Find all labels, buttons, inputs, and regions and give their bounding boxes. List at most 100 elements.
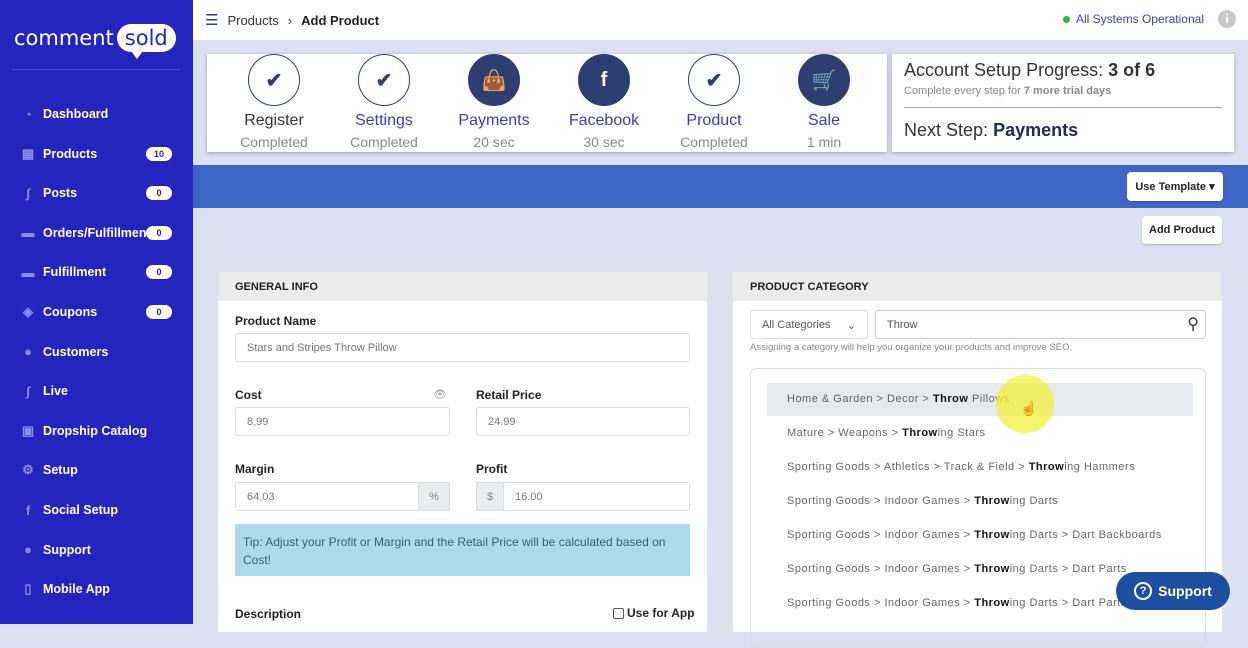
count-badge: 0 <box>146 225 172 240</box>
category-result[interactable]: Home & Garden > Decor > Throw Pillows <box>767 383 1193 416</box>
mobile-icon: ▯ <box>24 581 32 597</box>
sidebar-item-social-setup[interactable]: f Social Setup <box>0 498 193 522</box>
step-label: Sale <box>807 112 841 129</box>
step-label: Register <box>244 112 304 129</box>
sidebar-item-setup[interactable]: ⚙ Setup <box>0 458 193 482</box>
chevron-down-icon: ⌄ <box>846 320 856 332</box>
product-name-label: Product Name <box>235 314 317 328</box>
step-label: Payments <box>458 112 530 129</box>
rss-icon: ʃ <box>25 185 31 201</box>
progress-title: Account Setup Progress: <box>904 60 1104 80</box>
shopping-bag-icon: 👜 <box>468 54 520 106</box>
category-rest: ing Stars <box>937 427 986 439</box>
product-name-input[interactable]: Stars and Stripes Throw Pillow <box>235 333 690 362</box>
category-match: Throw <box>974 597 1010 609</box>
retail-price-input[interactable]: 24.99 <box>476 407 690 436</box>
setup-steps: ✔ Register Completed ✔ Settings Completed 👜 Pay… <box>207 54 887 152</box>
sidebar-item-label: Dashboard <box>43 107 109 121</box>
step-register[interactable]: ✔ Register Completed <box>219 54 329 150</box>
category-result[interactable]: Sporting Goods > Indoor Games > Throwing… <box>767 485 1193 518</box>
search-icon[interactable]: ⚲ <box>1187 314 1199 334</box>
next-step-link[interactable]: Payments <box>993 120 1078 140</box>
step-status: 20 sec <box>473 134 515 150</box>
check-icon: ✔ <box>248 54 300 106</box>
category-path: Sporting Goods > Indoor Games > <box>787 563 975 575</box>
grid-icon: ▦ <box>21 145 35 161</box>
sidebar-item-label: Products <box>43 146 98 161</box>
step-settings[interactable]: ✔ Settings Completed <box>329 54 439 150</box>
step-sale[interactable]: 🛒 Sale 1 min <box>769 54 879 150</box>
sidebar-item-mobile-app[interactable]: ▯ Mobile App <box>0 577 193 601</box>
sidebar-item-label: Posts <box>43 186 78 201</box>
category-filter-value: All Categories <box>762 319 831 331</box>
margin-input[interactable]: 64.03 <box>235 482 419 511</box>
commentsold-logo[interactable]: comment sold <box>14 24 176 59</box>
category-result[interactable]: Sporting Goods > Athletics > Track & Fie… <box>767 451 1193 484</box>
sidebar-item-label: Dropship Catalog <box>43 423 148 438</box>
category-rest: ing Darts > Dart Backboards <box>1009 529 1162 541</box>
action-band <box>193 165 1248 208</box>
step-payments[interactable]: 👜 Payments 20 sec <box>439 54 549 150</box>
sidebar-item-products[interactable]: ▦ Products 10 <box>0 142 193 166</box>
step-product[interactable]: ✔ Product Completed <box>659 54 769 150</box>
user-icon: ● <box>24 344 32 360</box>
account-setup-progress: Account Setup Progress: 3 of 6 Complete … <box>892 54 1234 152</box>
sidebar-item-label: Live <box>43 384 69 399</box>
truck-icon: ▬ <box>21 264 35 280</box>
info-icon[interactable]: i <box>1218 10 1236 28</box>
cart-icon: 🛒 <box>798 54 850 106</box>
system-status[interactable]: All Systems Operational <box>1062 12 1204 26</box>
step-label: Settings <box>355 112 413 129</box>
use-template-button[interactable]: Use Template ▾ <box>1127 172 1223 201</box>
breadcrumb-current: Add Product <box>301 12 380 28</box>
category-result[interactable]: Mature > Weapons > Throwing Stars <box>767 417 1193 450</box>
sidebar-item-label: Customers <box>43 344 109 359</box>
tip-alert: Tip: Adjust your Profit or Margin and th… <box>235 524 690 576</box>
general-info-header: GENERAL INFO <box>218 272 707 301</box>
count-badge: 0 <box>146 265 172 280</box>
facebook-icon: f <box>578 54 630 106</box>
sidebar-item-support[interactable]: ● Support <box>0 538 193 562</box>
breadcrumb: ☰ Products › Add Product <box>205 11 379 29</box>
chat-icon: ● <box>24 542 32 558</box>
category-rest: ing Hammers <box>1064 461 1136 473</box>
eye-slash-icon[interactable]: 👁 <box>433 388 447 401</box>
sidebar-item-posts[interactable]: ʃ Posts 0 <box>0 181 193 205</box>
menu-icon[interactable]: ☰ <box>205 11 218 29</box>
step-label: Product <box>686 112 742 129</box>
category-filter-select[interactable]: All Categories ⌄ <box>750 310 868 339</box>
sidebar-item-label: Coupons <box>43 305 98 319</box>
category-result[interactable]: Sporting Goods > Indoor Games > Throwing… <box>767 519 1193 552</box>
category-search-input[interactable]: Throw ⚲ <box>875 310 1206 339</box>
breadcrumb-products[interactable]: Products <box>227 13 278 28</box>
sidebar-item-customers[interactable]: ● Customers <box>0 340 193 364</box>
sidebar-item-orders-fulfillment[interactable]: ▬ Orders/Fulfillment 0 <box>0 221 193 245</box>
rss-icon: ʃ <box>25 383 31 399</box>
category-match: Throw <box>974 529 1010 541</box>
category-rest: ing Darts <box>1009 495 1059 507</box>
product-category-header: PRODUCT CATEGORY <box>733 272 1222 301</box>
catalog-icon: ▣ <box>21 422 35 438</box>
profit-input[interactable]: 16.00 <box>503 482 690 511</box>
percent-addon: % <box>418 482 450 511</box>
sidebar-item-live[interactable]: ʃ Live <box>0 379 193 403</box>
sidebar-item-fulfillment[interactable]: ▬ Fulfillment 0 <box>0 260 193 284</box>
count-badge: 10 <box>146 146 172 161</box>
use-for-app-checkbox[interactable] <box>613 607 624 619</box>
progress-value: 3 of 6 <box>1108 60 1156 80</box>
step-facebook[interactable]: f Facebook 30 sec <box>549 54 659 150</box>
top-bar: ☰ Products › Add Product All Systems Ope… <box>193 0 1248 40</box>
category-path: Sporting Goods > Indoor Games > <box>787 597 975 609</box>
sidebar-item-label: Setup <box>43 463 78 478</box>
category-match: Throw <box>974 495 1010 507</box>
support-button[interactable]: ? Support <box>1116 572 1230 610</box>
chevron-right-icon: › <box>287 12 293 28</box>
add-product-button[interactable]: Add Product <box>1142 216 1222 244</box>
cost-input[interactable]: 8.99 <box>235 407 450 436</box>
sidebar-item-dashboard[interactable]: ◔ Dashboard <box>0 102 193 126</box>
sidebar-item-dropship-catalog[interactable]: ▣ Dropship Catalog <box>0 419 193 443</box>
category-rest: ing Darts > Dart Parts <box>1009 563 1127 575</box>
sidebar-item-coupons[interactable]: ◈ Coupons 0 <box>0 300 193 324</box>
category-help-text: Assigning a category will help you organ… <box>750 342 1073 353</box>
next-step-label: Next Step: <box>904 120 989 140</box>
